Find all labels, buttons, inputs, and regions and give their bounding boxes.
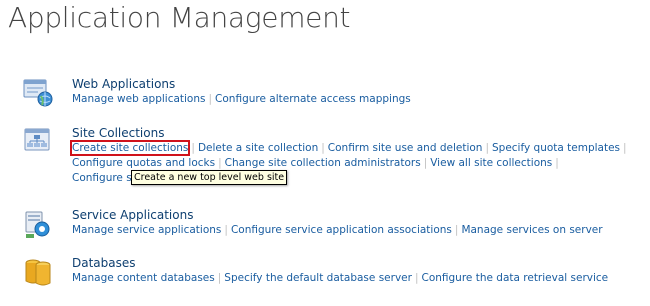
web-applications-title[interactable]: Web Applications — [72, 77, 642, 92]
site-collection-icon — [22, 126, 54, 158]
configure-alternate-access-mappings-link[interactable]: Configure alternate access mappings — [215, 93, 411, 105]
view-all-site-collections-link[interactable]: View all site collections — [430, 157, 552, 169]
specify-quota-templates-link[interactable]: Specify quota templates — [492, 142, 620, 154]
link-separator: | — [208, 93, 213, 105]
databases-title[interactable]: Databases — [72, 256, 642, 271]
change-site-collection-administrators-link[interactable]: Change site collection administrators — [225, 157, 421, 169]
service-application-icon — [22, 208, 54, 240]
link-separator: | — [218, 157, 222, 169]
link-separator: | — [224, 224, 228, 236]
manage-service-applications-link[interactable]: Manage service applications — [72, 224, 221, 236]
specify-default-database-server-link[interactable]: Specify the default database server — [224, 272, 412, 284]
service-applications-title[interactable]: Service Applications — [72, 208, 642, 223]
create-site-tooltip: Create a new top level web site — [131, 170, 288, 185]
link-separator: | — [217, 272, 222, 284]
link-separator: | — [423, 157, 428, 169]
link-separator: | — [321, 142, 325, 154]
link-separator: | — [191, 142, 195, 154]
configure-service-application-associations-link[interactable]: Configure service application associatio… — [231, 224, 452, 236]
manage-content-databases-link[interactable]: Manage content databases — [72, 272, 215, 284]
link-separator: | — [555, 157, 559, 169]
confirm-site-use-link[interactable]: Confirm site use and deletion — [328, 142, 483, 154]
web-application-icon — [22, 77, 54, 109]
page-title: Application Management — [8, 1, 351, 34]
create-site-collections-link[interactable]: Create site collections — [69, 140, 191, 156]
link-separator: | — [623, 142, 627, 154]
manage-services-on-server-link[interactable]: Manage services on server — [461, 224, 602, 236]
manage-web-applications-link[interactable]: Manage web applications — [72, 93, 206, 105]
delete-site-collection-link[interactable]: Delete a site collection — [198, 142, 318, 154]
link-separator: | — [454, 224, 459, 236]
site-collections-title[interactable]: Site Collections — [72, 126, 642, 141]
link-separator: | — [485, 142, 489, 154]
configure-data-retrieval-service-link[interactable]: Configure the data retrieval service — [421, 272, 608, 284]
configure-quotas-and-locks-link[interactable]: Configure quotas and locks — [72, 157, 215, 169]
database-icon — [22, 256, 54, 288]
